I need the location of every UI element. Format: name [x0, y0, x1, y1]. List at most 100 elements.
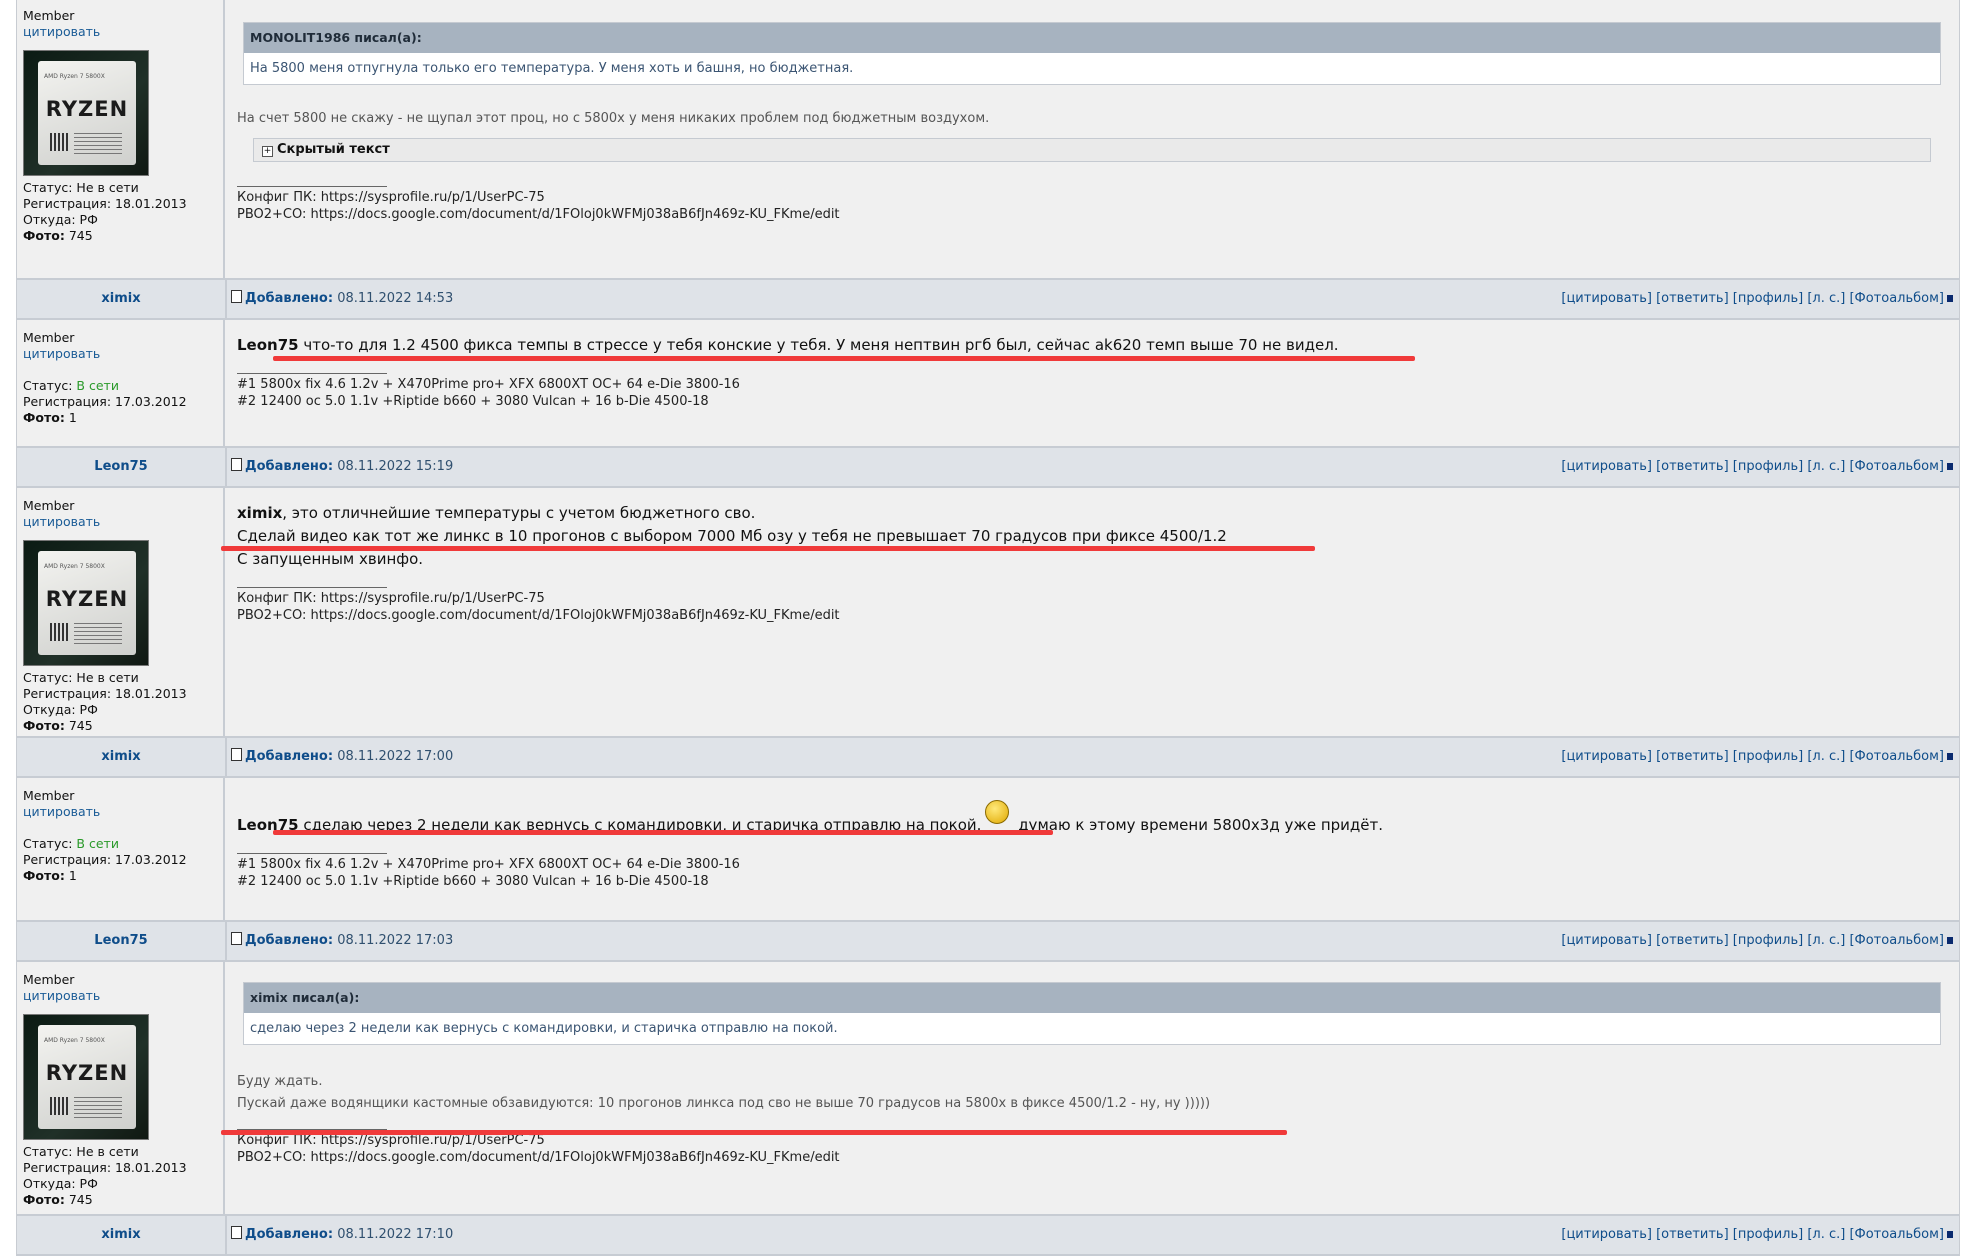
signature-line[interactable]: PBO2+CO: https://docs.google.com/documen…: [237, 206, 1941, 223]
signature-divider: [237, 373, 387, 374]
signature-divider: [237, 587, 387, 588]
post-author-panel: Member цитировать AMD Ryzen 7 5800X RYZE…: [17, 488, 225, 736]
user-registration: Регистрация: 17.03.2012: [23, 394, 187, 409]
quote-link[interactable]: [цитировать]: [1561, 459, 1652, 474]
reply-link[interactable]: [ответить]: [1656, 291, 1729, 306]
album-link[interactable]: [Фотоальбом]: [1849, 459, 1944, 474]
signature-line: #2 12400 oc 5.0 1.1v +Riptide b660 + 308…: [237, 394, 709, 409]
avatar[interactable]: AMD Ryzen 7 5800X RYZEN: [23, 1014, 149, 1140]
post-ximix-1: ximix Добавлено: 08.11.2022 14:53 [цитир…: [16, 278, 1960, 446]
quote-user-link[interactable]: цитировать: [23, 988, 223, 1004]
user-status: Статус: Не в сети: [23, 1144, 139, 1159]
user-registration: Регистрация: 18.01.2013: [23, 1160, 187, 1175]
post-body: MONOLIT1986 писал(а): На 5800 меня отпуг…: [225, 0, 1959, 278]
post-body: Leon75 сделаю через 2 недели как вернусь…: [225, 778, 1959, 920]
post-author-name[interactable]: Leon75: [17, 922, 227, 960]
signature: #1 5800x fix 4.6 1.2v + X470Prime pro+ X…: [237, 853, 1941, 890]
pm-link[interactable]: [л. с.]: [1807, 291, 1845, 306]
avatar[interactable]: AMD Ryzen 7 5800X RYZEN: [23, 50, 149, 176]
red-annotation-underline: [273, 830, 1053, 835]
reply-link[interactable]: [ответить]: [1656, 933, 1729, 948]
post-actions: [цитировать] [ответить] [профиль] [л. с.…: [1561, 1216, 1953, 1254]
quote-link[interactable]: [цитировать]: [1561, 291, 1652, 306]
cpu-chip-image: AMD Ryzen 7 5800X RYZEN: [38, 1025, 136, 1129]
post-header: ximix Добавлено: 08.11.2022 14:53 [цитир…: [17, 278, 1959, 320]
reply-link[interactable]: [ответить]: [1656, 1227, 1729, 1242]
red-annotation-underline: [221, 1130, 1287, 1135]
profile-link[interactable]: [профиль]: [1733, 459, 1803, 474]
user-location: Откуда: РФ: [23, 702, 98, 717]
profile-link[interactable]: [профиль]: [1733, 933, 1803, 948]
album-link[interactable]: [Фотоальбом]: [1849, 291, 1944, 306]
post-icon: [231, 290, 242, 303]
quote-link[interactable]: [цитировать]: [1561, 933, 1652, 948]
signature-line[interactable]: PBO2+CO: https://docs.google.com/documen…: [237, 1149, 1941, 1166]
post-actions: [цитировать] [ответить] [профиль] [л. с.…: [1561, 738, 1953, 776]
avatar-brand: RYZEN: [45, 1061, 129, 1085]
signature: #1 5800x fix 4.6 1.2v + X470Prime pro+ X…: [237, 373, 1941, 410]
pm-link[interactable]: [л. с.]: [1807, 1227, 1845, 1242]
signature: Конфиг ПК: https://sysprofile.ru/p/1/Use…: [237, 186, 1941, 223]
post-author-name[interactable]: ximix: [17, 738, 227, 776]
post-icon: [231, 748, 242, 761]
user-registration: Регистрация: 18.01.2013: [23, 196, 187, 211]
avatar-brand: RYZEN: [45, 587, 129, 611]
quote-text: На 5800 меня отпугнула только его темпер…: [250, 61, 854, 76]
post-leon75-3: Leon75 Добавлено: 08.11.2022 17:03 [цити…: [16, 920, 1960, 1214]
spoiler-toggle[interactable]: + Скрытый текст: [253, 138, 1931, 162]
signature-line[interactable]: PBO2+CO: https://docs.google.com/documen…: [237, 607, 1941, 624]
user-photos: Фото: 745: [23, 718, 93, 733]
user-rank: Member: [23, 788, 75, 803]
post-leon75-2: Leon75 Добавлено: 08.11.2022 15:19 [цити…: [16, 446, 1960, 736]
album-link[interactable]: [Фотоальбом]: [1849, 749, 1944, 764]
cpu-chip-image: AMD Ryzen 7 5800X RYZEN: [38, 61, 136, 165]
quote-link[interactable]: [цитировать]: [1561, 1227, 1652, 1242]
reply-link[interactable]: [ответить]: [1656, 459, 1729, 474]
signature-line[interactable]: Конфиг ПК: https://sysprofile.ru/p/1/Use…: [237, 590, 1941, 607]
profile-link[interactable]: [профиль]: [1733, 1227, 1803, 1242]
user-registration: Регистрация: 17.03.2012: [23, 852, 187, 867]
user-photos: Фото: 1: [23, 410, 77, 425]
signature-line: #2 12400 oc 5.0 1.1v +Riptide b660 + 308…: [237, 874, 709, 889]
cpu-chip-image: AMD Ryzen 7 5800X RYZEN: [38, 551, 136, 655]
post-text: Leon75 что-то для 1.2 4500 фикса темпы в…: [237, 336, 1339, 354]
post-ximix-3: ximix Добавлено: 08.11.2022 17:10 [цитир…: [16, 1214, 1960, 1256]
album-link[interactable]: [Фотоальбом]: [1849, 1227, 1944, 1242]
forum-thread: Member цитировать AMD Ryzen 7 5800X RYZE…: [16, 0, 1960, 1256]
user-status: Статус: В сети: [23, 378, 119, 393]
quote-user-link[interactable]: цитировать: [23, 346, 223, 362]
profile-link[interactable]: [профиль]: [1733, 749, 1803, 764]
post-icon: [231, 458, 242, 471]
quote-user-link[interactable]: цитировать: [23, 804, 223, 820]
profile-link[interactable]: [профиль]: [1733, 291, 1803, 306]
quote-user-link[interactable]: цитировать: [23, 514, 223, 530]
user-photos: Фото: 1: [23, 868, 77, 883]
user-rank: Member: [23, 8, 75, 23]
post-author-name[interactable]: ximix: [17, 1216, 227, 1254]
quote-block: MONOLIT1986 писал(а): На 5800 меня отпуг…: [243, 22, 1941, 85]
album-link[interactable]: [Фотоальбом]: [1849, 933, 1944, 948]
signature-line[interactable]: Конфиг ПК: https://sysprofile.ru/p/1/Use…: [237, 189, 1941, 206]
signature-line: #1 5800x fix 4.6 1.2v + X470Prime pro+ X…: [237, 857, 740, 872]
post-actions: [цитировать] [ответить] [профиль] [л. с.…: [1561, 922, 1953, 960]
post-date: Добавлено: 08.11.2022 17:00: [231, 738, 453, 776]
square-icon: [1947, 937, 1953, 944]
post-header: Leon75 Добавлено: 08.11.2022 17:03 [цити…: [17, 920, 1959, 962]
pm-link[interactable]: [л. с.]: [1807, 459, 1845, 474]
user-rank: Member: [23, 330, 75, 345]
user-rank: Member: [23, 498, 75, 513]
pm-link[interactable]: [л. с.]: [1807, 749, 1845, 764]
quote-author: MONOLIT1986 писал(а):: [244, 23, 1940, 53]
quote-user-link[interactable]: цитировать: [23, 24, 223, 40]
mention: Leon75: [237, 336, 299, 354]
pm-link[interactable]: [л. с.]: [1807, 933, 1845, 948]
avatar[interactable]: AMD Ryzen 7 5800X RYZEN: [23, 540, 149, 666]
post-author-name[interactable]: Leon75: [17, 448, 227, 486]
reply-link[interactable]: [ответить]: [1656, 749, 1729, 764]
quote-link[interactable]: [цитировать]: [1561, 749, 1652, 764]
post-author-name[interactable]: ximix: [17, 280, 227, 318]
mention: ximix: [237, 504, 283, 522]
post-text: На счет 5800 не скажу - не щупал этот пр…: [237, 111, 990, 126]
post-actions: [цитировать] [ответить] [профиль] [л. с.…: [1561, 280, 1953, 318]
post-date: Добавлено: 08.11.2022 15:19: [231, 448, 453, 486]
